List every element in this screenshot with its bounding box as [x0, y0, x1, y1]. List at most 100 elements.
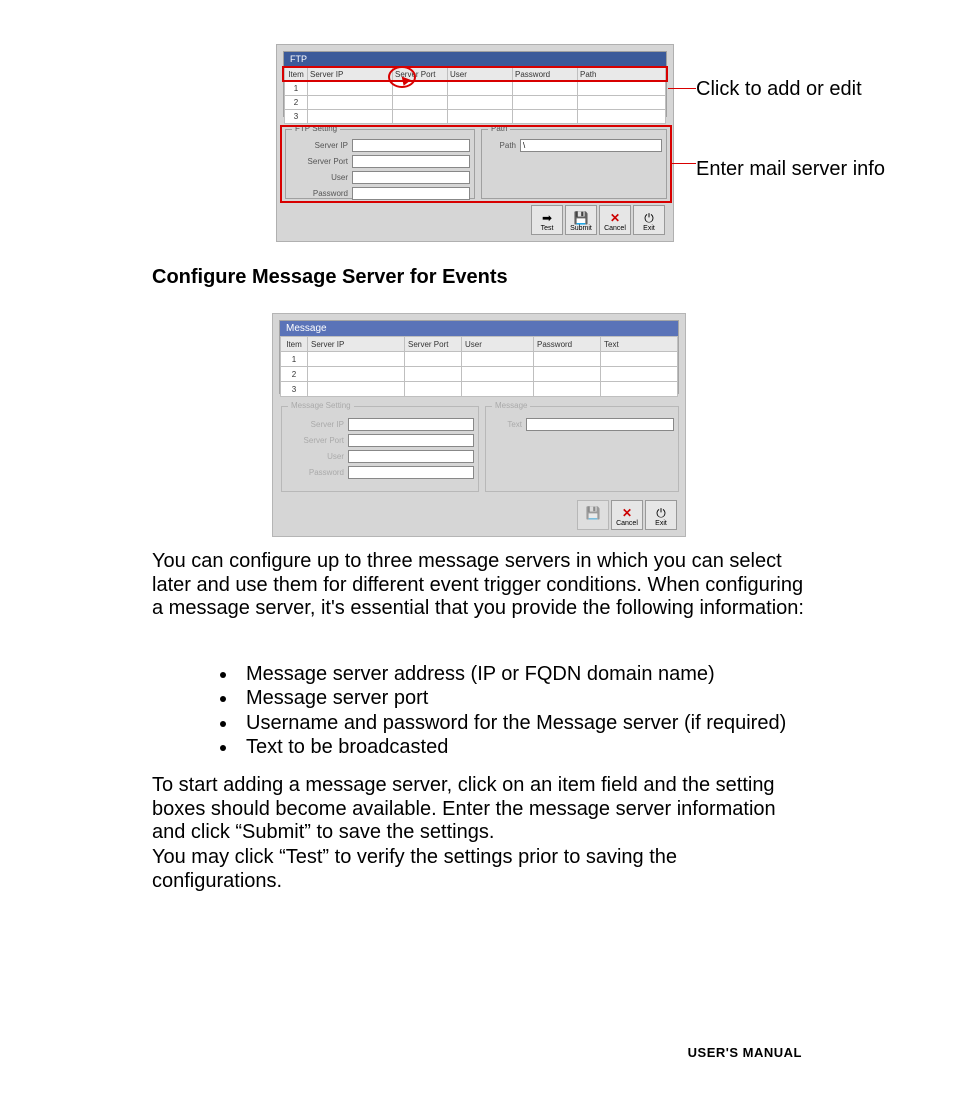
message-button-bar: 💾 Submit ✕ Cancel ⏻ Exit: [577, 500, 677, 530]
annotation-enter-info: Enter mail server info: [696, 158, 885, 181]
col-password: Password: [534, 337, 601, 352]
footer-label: USER'S MANUAL: [688, 1045, 802, 1060]
callout-line-2: [672, 163, 696, 164]
x-icon: ✕: [622, 506, 632, 520]
label-msg-password: Password: [286, 468, 344, 477]
ftp-button-bar: ➡ Test 💾 Submit ✕ Cancel ⏻ Exit: [531, 205, 665, 235]
exit-label: Exit: [655, 520, 667, 527]
label-path: Path: [486, 141, 516, 150]
annotation-click-add: Click to add or edit: [696, 78, 862, 101]
arrow-right-icon: ➡: [542, 211, 552, 225]
ftp-table: Item Server IP Server Port User Password…: [284, 67, 666, 124]
input-server-ip[interactable]: [352, 139, 470, 152]
floppy-icon: 💾: [574, 211, 589, 225]
cancel-button[interactable]: ✕ Cancel: [611, 500, 643, 530]
message-titlebar: Message: [280, 321, 678, 336]
floppy-icon: 💾: [586, 506, 601, 520]
ftp-table-header: Item Server IP Server Port User Password…: [285, 68, 666, 82]
col-server-port: Server Port: [405, 337, 462, 352]
paragraph-2: To start adding a message server, click …: [152, 774, 807, 845]
page: FTP Item Server IP Server Port User Pass…: [0, 0, 954, 1108]
exit-button[interactable]: ⏻ Exit: [633, 205, 665, 235]
row-user: User: [290, 171, 470, 184]
exit-button[interactable]: ⏻ Exit: [645, 500, 677, 530]
label-server-ip: Server IP: [290, 141, 348, 150]
section-heading: Configure Message Server for Events: [152, 266, 508, 289]
cancel-button[interactable]: ✕ Cancel: [599, 205, 631, 235]
message-row[interactable]: 3: [281, 382, 678, 397]
bullet-item: Message server address (IP or FQDN domai…: [238, 662, 814, 686]
cancel-label: Cancel: [616, 520, 638, 527]
ftp-setting-fieldset: FTP Setting Server IP Server Port User P…: [285, 129, 475, 199]
col-user: User: [462, 337, 534, 352]
test-button[interactable]: ➡ Test: [531, 205, 563, 235]
label-msg-server-port: Server Port: [286, 436, 344, 445]
label-password: Password: [290, 189, 348, 198]
ftp-setting-legend: FTP Setting: [292, 124, 340, 133]
input-msg-user[interactable]: [348, 450, 474, 463]
row-msg-text: Text: [490, 418, 674, 431]
col-server-ip: Server IP: [308, 68, 393, 82]
input-msg-password[interactable]: [348, 466, 474, 479]
ftp-row[interactable]: 3: [285, 110, 666, 124]
message-list-box: Message Item Server IP Server Port User …: [279, 320, 679, 394]
input-password[interactable]: [352, 187, 470, 200]
row-server-port: Server Port: [290, 155, 470, 168]
input-path[interactable]: [520, 139, 662, 152]
col-user: User: [448, 68, 513, 82]
row-password: Password: [290, 187, 470, 200]
input-user[interactable]: [352, 171, 470, 184]
input-msg-server-port[interactable]: [348, 434, 474, 447]
label-server-port: Server Port: [290, 157, 348, 166]
message-row[interactable]: 1: [281, 352, 678, 367]
col-text: Text: [601, 337, 678, 352]
ftp-path-legend: Path: [488, 124, 510, 133]
message-panel: Message Item Server IP Server Port User …: [272, 313, 686, 537]
row-msg-user: User: [286, 450, 474, 463]
bullet-item: Username and password for the Message se…: [238, 711, 814, 735]
submit-label: Submit: [570, 225, 592, 232]
input-server-port[interactable]: [352, 155, 470, 168]
row-msg-server-port: Server Port: [286, 434, 474, 447]
cancel-label: Cancel: [604, 225, 626, 232]
input-msg-text[interactable]: [526, 418, 674, 431]
col-item: Item: [285, 68, 308, 82]
label-msg-server-ip: Server IP: [286, 420, 344, 429]
ftp-titlebar: FTP: [284, 52, 666, 67]
row-msg-password: Password: [286, 466, 474, 479]
message-row[interactable]: 2: [281, 367, 678, 382]
message-table: Item Server IP Server Port User Password…: [280, 336, 678, 397]
row-server-ip: Server IP: [290, 139, 470, 152]
col-password: Password: [513, 68, 578, 82]
row-path: Path: [486, 139, 662, 152]
power-icon: ⏻: [656, 506, 666, 520]
x-icon: ✕: [610, 211, 620, 225]
paragraph-3: You may click “Test” to verify the setti…: [152, 846, 807, 893]
ftp-panel: FTP Item Server IP Server Port User Pass…: [276, 44, 674, 242]
message-text-fieldset: Message Text: [485, 406, 679, 492]
message-table-header: Item Server IP Server Port User Password…: [281, 337, 678, 352]
submit-button[interactable]: 💾 Submit: [565, 205, 597, 235]
submit-button-disabled: 💾 Submit: [577, 500, 609, 530]
label-msg-user: User: [286, 452, 344, 461]
exit-label: Exit: [643, 225, 655, 232]
ftp-list-box: FTP Item Server IP Server Port User Pass…: [283, 51, 667, 117]
message-text-legend: Message: [492, 401, 530, 410]
ftp-path-fieldset: Path Path: [481, 129, 667, 199]
test-label: Test: [541, 225, 554, 232]
bullet-item: Text to be broadcasted: [238, 735, 814, 759]
power-icon: ⏻: [644, 211, 654, 225]
label-user: User: [290, 173, 348, 182]
col-server-ip: Server IP: [308, 337, 405, 352]
col-path: Path: [578, 68, 666, 82]
callout-line-1: [668, 88, 696, 89]
message-setting-legend: Message Setting: [288, 401, 354, 410]
label-msg-text: Text: [490, 420, 522, 429]
ftp-row[interactable]: 2: [285, 96, 666, 110]
row-msg-server-ip: Server IP: [286, 418, 474, 431]
ftp-row[interactable]: 1: [285, 82, 666, 96]
input-msg-server-ip[interactable]: [348, 418, 474, 431]
paragraph-1: You can configure up to three message se…: [152, 550, 807, 621]
message-setting-fieldset: Message Setting Server IP Server Port Us…: [281, 406, 479, 492]
col-item: Item: [281, 337, 308, 352]
